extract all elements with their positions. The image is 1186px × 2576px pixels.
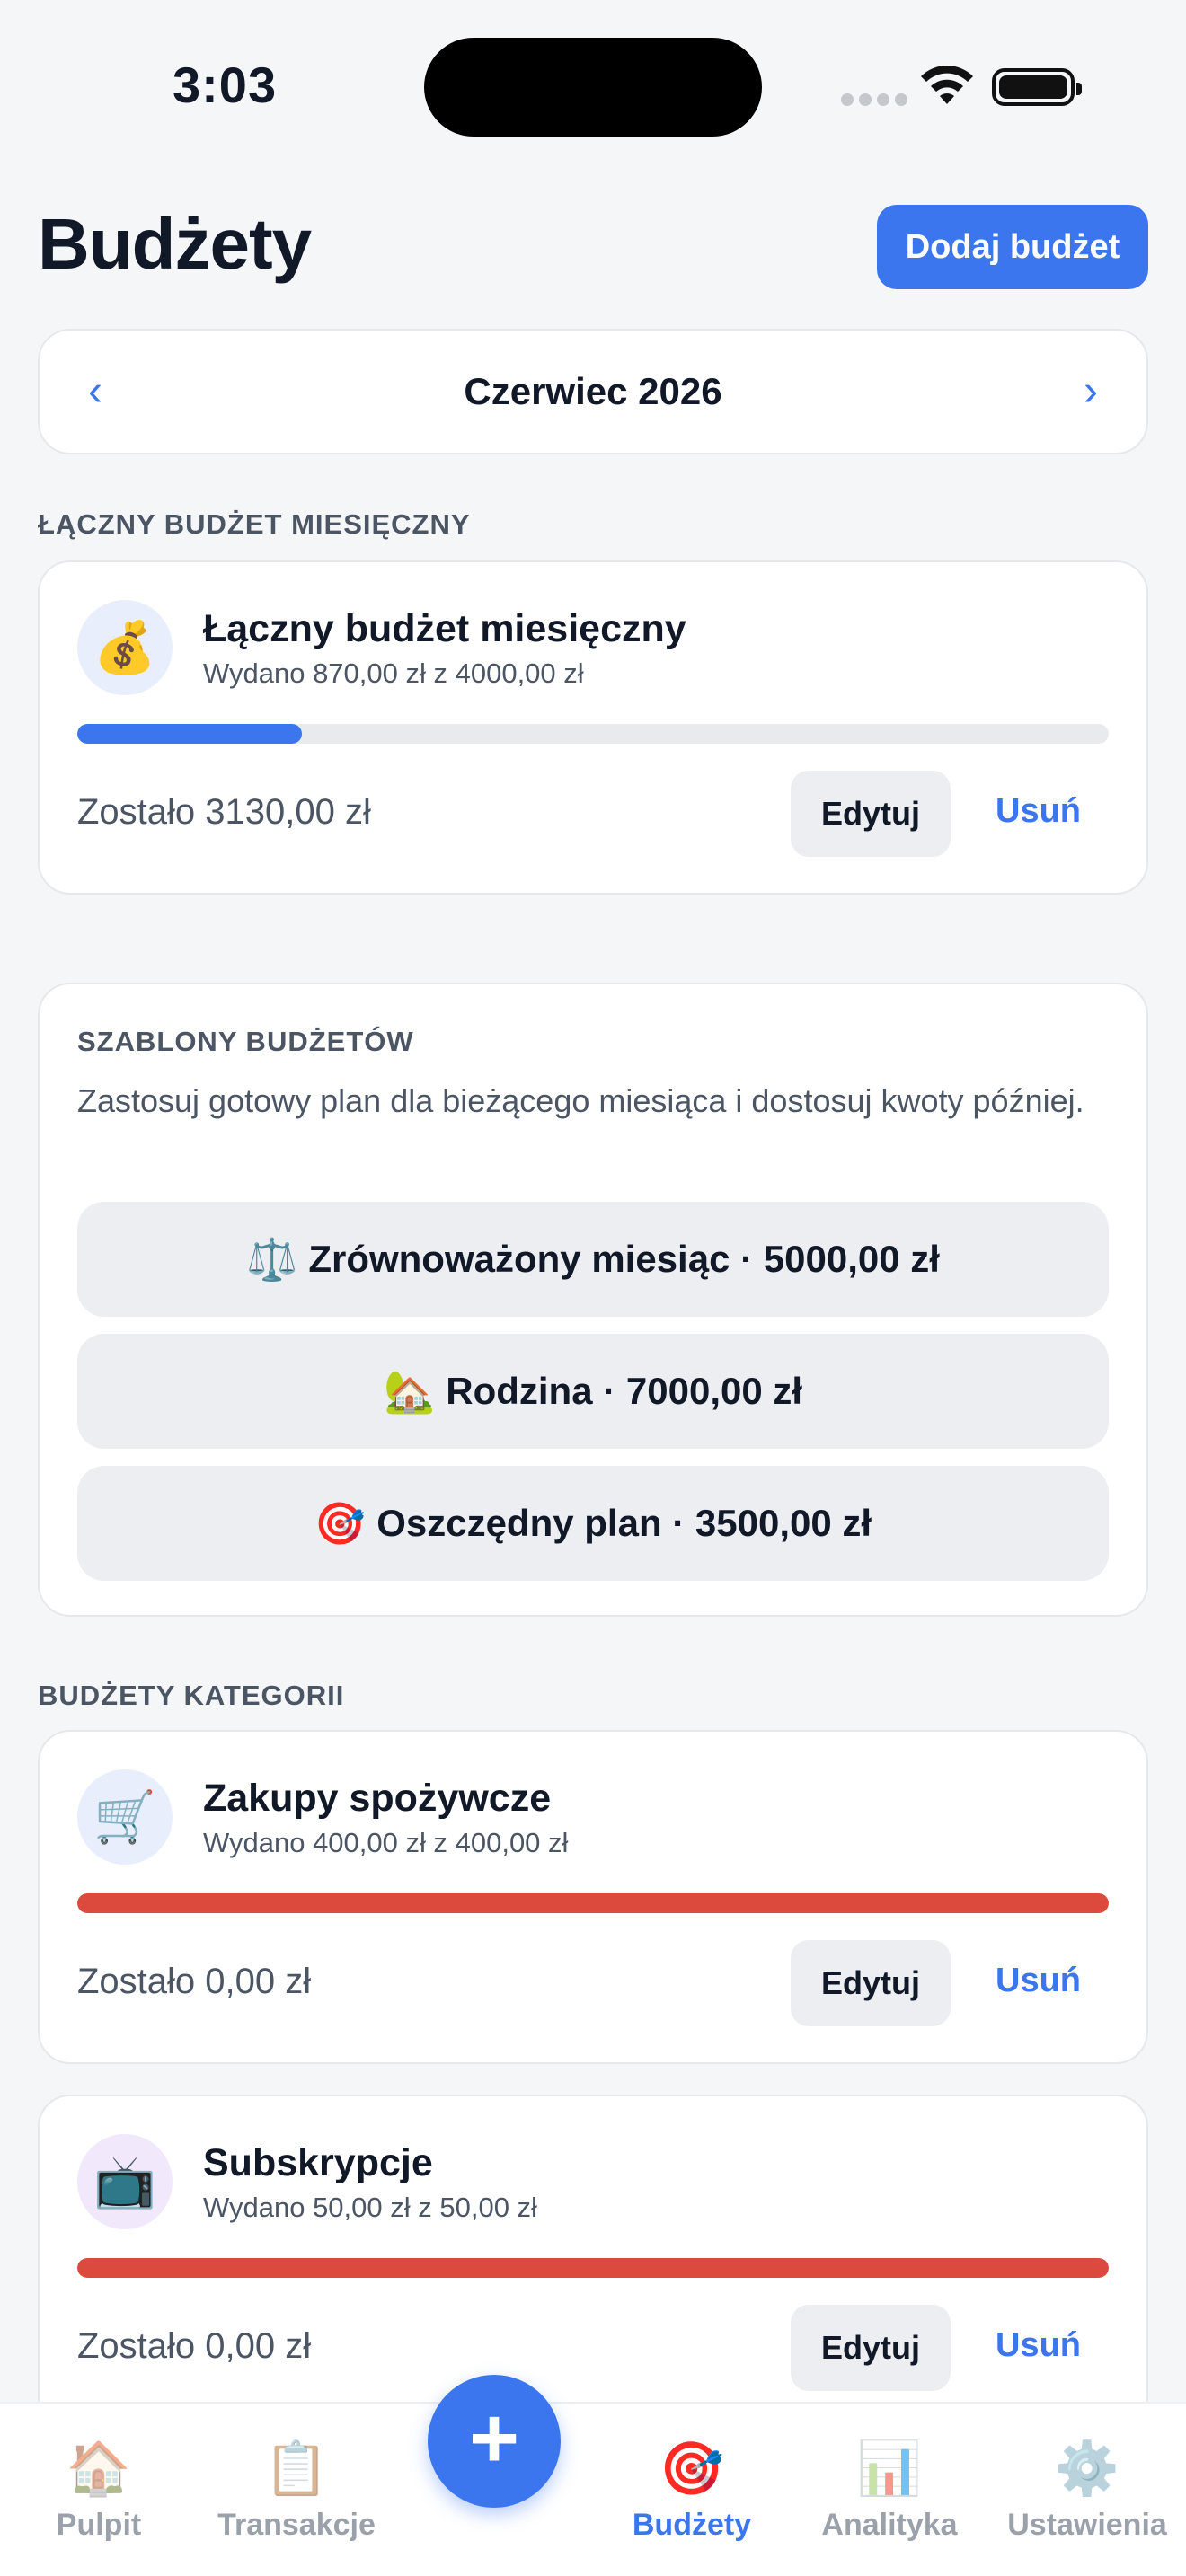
tab-label: Pulpit	[56, 2508, 142, 2542]
category-budget-card: 📺 Subskrypcje Wydano 50,00 zł z 50,00 zł…	[38, 2095, 1148, 2429]
gear-icon: ⚙️	[1054, 2439, 1120, 2498]
delete-button[interactable]: Usuń	[996, 2326, 1081, 2365]
status-bar: 3:03	[0, 0, 1186, 171]
edit-button[interactable]: Edytuj	[791, 1940, 951, 2026]
budget-templates-card: SZABLONY BUDŻETÓW Zastosuj gotowy plan d…	[38, 983, 1148, 1617]
budget-progress-bar	[77, 1893, 1109, 1913]
house-garden-icon: 🏡	[383, 1367, 436, 1415]
month-label: Czerwiec 2026	[464, 370, 722, 412]
plus-icon: +	[468, 2390, 520, 2486]
template-saving-button[interactable]: 🎯 Oszczędny plan · 3500,00 zł	[77, 1466, 1109, 1581]
delete-button[interactable]: Usuń	[996, 792, 1081, 831]
wifi-icon	[921, 65, 973, 104]
tab-label: Ustawienia	[1007, 2508, 1167, 2542]
budget-spent: Wydano 50,00 zł z 50,00 zł	[203, 2192, 537, 2223]
tab-analytics[interactable]: 📊 Analityka	[791, 2404, 988, 2576]
house-icon: 🏠	[66, 2439, 132, 2498]
target-icon: 🎯	[314, 1499, 367, 1547]
add-budget-button[interactable]: Dodaj budżet	[877, 205, 1148, 289]
scales-icon: ⚖️	[246, 1235, 298, 1283]
target-icon: 🎯	[659, 2439, 725, 2498]
add-transaction-button[interactable]: +	[428, 2375, 561, 2508]
tab-label: Budżety	[632, 2508, 752, 2542]
month-selector: ‹ Czerwiec 2026 ›	[38, 329, 1148, 454]
budget-progress-bar	[77, 724, 1109, 744]
template-label: Rodzina · 7000,00 zł	[446, 1370, 803, 1412]
budget-progress-fill	[77, 1893, 1109, 1913]
budget-remaining: Zostało 0,00 zł	[77, 2326, 312, 2366]
tab-settings[interactable]: ⚙️ Ustawienia	[988, 2404, 1186, 2576]
templates-description: Zastosuj gotowy plan dla bieżącego miesi…	[77, 1082, 1084, 1119]
budget-remaining: Zostało 3130,00 zł	[77, 792, 371, 832]
edit-button[interactable]: Edytuj	[791, 771, 951, 857]
section-label-categories: BUDŻETY KATEGORII	[38, 1680, 345, 1711]
budget-remaining: Zostało 0,00 zł	[77, 1962, 312, 2001]
money-bag-icon: 💰	[77, 600, 173, 695]
status-time: 3:03	[173, 57, 278, 113]
budget-progress-fill	[77, 2258, 1109, 2278]
budget-progress-bar	[77, 2258, 1109, 2278]
clipboard-icon: 📋	[263, 2439, 330, 2498]
template-label: Oszczędny plan · 3500,00 zł	[376, 1502, 872, 1544]
delete-button[interactable]: Usuń	[996, 1962, 1081, 2000]
tab-label: Analityka	[821, 2508, 958, 2542]
battery-icon	[992, 68, 1082, 106]
cellular-signal-icon	[841, 93, 907, 106]
edit-button[interactable]: Edytuj	[791, 2305, 951, 2391]
total-budget-card: 💰 Łączny budżet miesięczny Wydano 870,00…	[38, 560, 1148, 895]
section-label-total: ŁĄCZNY BUDŻET MIESIĘCZNY	[38, 508, 471, 540]
budget-title: Łączny budżet miesięczny	[203, 607, 686, 650]
dynamic-island	[424, 38, 762, 137]
template-balanced-button[interactable]: ⚖️ Zrównoważony miesiąc · 5000,00 zł	[77, 1202, 1109, 1317]
template-label: Zrównoważony miesiąc · 5000,00 zł	[308, 1238, 940, 1280]
next-month-button[interactable]: ›	[1084, 366, 1098, 416]
budget-spent: Wydano 870,00 zł z 4000,00 zł	[203, 657, 584, 689]
template-family-button[interactable]: 🏡 Rodzina · 7000,00 zł	[77, 1334, 1109, 1449]
tab-dashboard[interactable]: 🏠 Pulpit	[0, 2404, 198, 2576]
tv-icon: 📺	[77, 2134, 173, 2229]
tab-bar: 🏠 Pulpit 📋 Transakcje 🎯 Budżety 📊 Analit…	[0, 2402, 1186, 2576]
bar-chart-icon: 📊	[856, 2439, 923, 2498]
shopping-cart-icon: 🛒	[77, 1769, 173, 1865]
tab-label: Transakcje	[217, 2508, 376, 2542]
budget-progress-fill	[77, 724, 302, 744]
category-budget-card: 🛒 Zakupy spożywcze Wydano 400,00 zł z 40…	[38, 1730, 1148, 2064]
budget-spent: Wydano 400,00 zł z 400,00 zł	[203, 1827, 569, 1858]
budget-title: Zakupy spożywcze	[203, 1777, 552, 1820]
tab-budgets[interactable]: 🎯 Budżety	[593, 2404, 791, 2576]
page-title: Budżety	[38, 204, 312, 284]
tab-transactions[interactable]: 📋 Transakcje	[198, 2404, 395, 2576]
section-label-templates: SZABLONY BUDŻETÓW	[77, 1026, 414, 1057]
budget-title: Subskrypcje	[203, 2141, 433, 2184]
